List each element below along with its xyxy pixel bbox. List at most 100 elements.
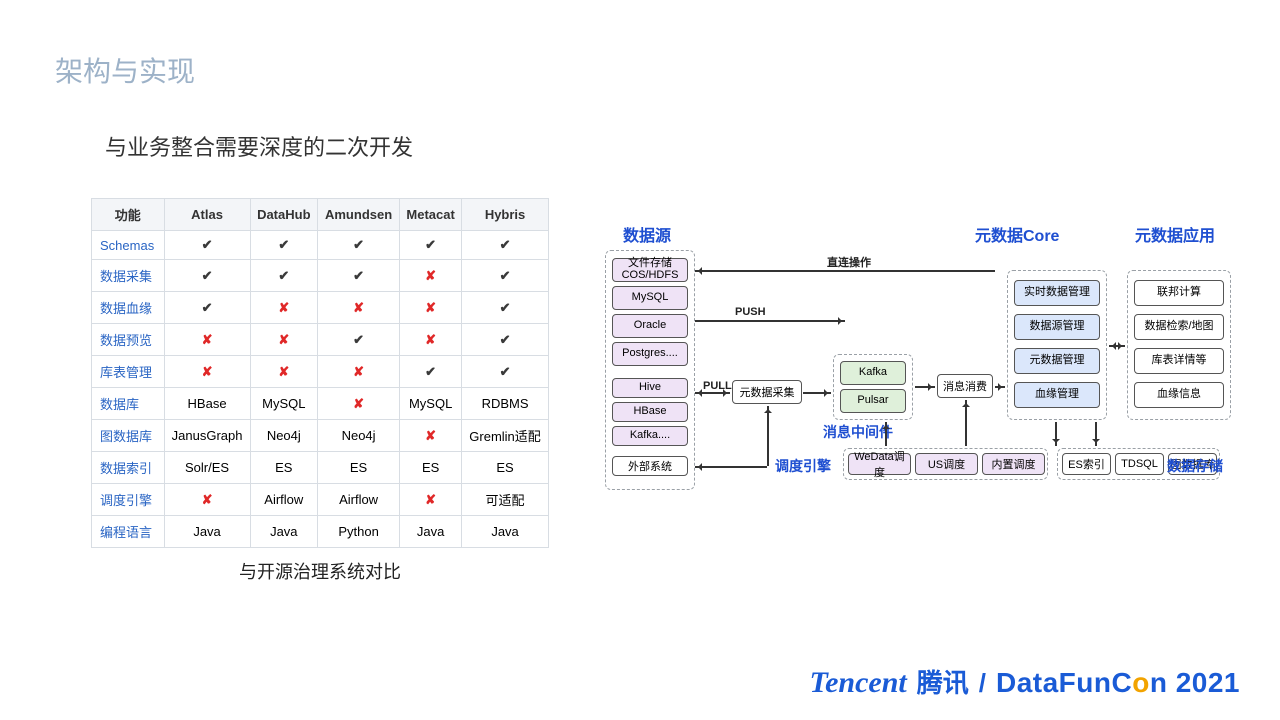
row-cell: ✘ [400,324,462,356]
row-cell: Java [250,516,317,548]
table-header: Hybris [462,199,549,231]
table-row: 编程语言JavaJavaPythonJavaJava [92,516,549,548]
row-cell: ✘ [164,356,250,388]
section-title-source: 数据源 [623,222,671,246]
diagram-node: Hive [612,378,688,398]
row-cell: ✔ [164,292,250,324]
row-cell: ✔ [462,292,549,324]
row-cell: Solr/ES [164,452,250,484]
arrow-col-to-mq [803,392,831,394]
row-cell: ✔ [462,324,549,356]
row-cell: Java [400,516,462,548]
row-cell: ✘ [317,356,399,388]
arrow-ext-to-col [767,406,769,466]
diagram-node: US调度 [915,453,978,475]
table-row: Schemas✔✔✔✔✔ [92,231,549,260]
datafuncon-logo: DataFunCon 2021 [996,667,1240,699]
diagram-node: MySQL [612,286,688,310]
diagram-node: 血缘管理 [1014,382,1100,408]
arrow-core-down-r [1095,422,1097,446]
diagram-node: TDSQL [1115,453,1164,475]
arrow-push [695,320,845,322]
diagram-node: WeData调度 [848,453,911,475]
row-cell: ✘ [400,420,462,452]
diagram-node: Kafka [840,361,906,385]
row-cell: ✘ [164,484,250,516]
row-key: 编程语言 [92,516,165,548]
tencent-logo-en: Tencent [810,666,907,700]
arrow-pull [695,392,730,394]
row-cell: MySQL [400,388,462,420]
row-cell: Java [164,516,250,548]
architecture-diagram: 数据源 元数据Core 元数据应用 直连操作 文件存储 COS/HDFSMySQ… [595,230,1265,510]
row-cell: ✔ [462,231,549,260]
row-cell: ✘ [250,324,317,356]
table-row: 数据采集✔✔✔✘✔ [92,260,549,292]
table-header: Amundsen [317,199,399,231]
row-cell: ✘ [400,484,462,516]
table-header: Metacat [400,199,462,231]
row-key: 数据库 [92,388,165,420]
diagram-node: 实时数据管理 [1014,280,1100,306]
row-cell: Java [462,516,549,548]
diagram-node: Pulsar [840,389,906,413]
row-cell: ✔ [317,231,399,260]
row-cell: ES [250,452,317,484]
footer: Tencent 腾讯 / DataFunCon 2021 [810,663,1241,700]
row-cell: Airflow [317,484,399,516]
diagram-node: 文件存储 COS/HDFS [612,258,688,282]
row-cell: ✘ [400,292,462,324]
diagram-node: 数据检索/地图 [1134,314,1224,340]
arrow-core-down-l [1055,422,1057,446]
row-cell: RDBMS [462,388,549,420]
row-cell: Airflow [250,484,317,516]
arrow-ext-horiz [695,466,767,468]
row-cell: ✔ [317,260,399,292]
table-row: 数据预览✘✘✔✘✔ [92,324,549,356]
arrow-sched-to-cons [965,400,967,446]
row-key: 数据预览 [92,324,165,356]
row-cell: ✔ [164,260,250,292]
row-cell: ✘ [250,292,317,324]
comparison-table: 功能AtlasDataHubAmundsenMetacatHybris Sche… [91,198,549,548]
section-title-storage: 数据存储 [1167,456,1223,476]
row-cell: ✘ [164,324,250,356]
row-cell: 可适配 [462,484,549,516]
row-cell: ✔ [462,260,549,292]
table-row: 图数据库JanusGraphNeo4jNeo4j✘Gremlin适配 [92,420,549,452]
row-cell: ES [400,452,462,484]
table-row: 调度引擎✘AirflowAirflow✘可适配 [92,484,549,516]
table-header: DataHub [250,199,317,231]
node-consumer: 消息消费 [937,374,993,398]
page-title: 架构与实现 [55,50,195,90]
table-header: Atlas [164,199,250,231]
comparison-table-wrap: 功能AtlasDataHubAmundsenMetacatHybris Sche… [91,198,549,584]
row-cell: MySQL [250,388,317,420]
diagram-node: HBase [612,402,688,422]
footer-sep: / [979,668,986,699]
row-cell: ✔ [164,231,250,260]
diagram-node: 内置调度 [982,453,1045,475]
label-push: PUSH [735,306,766,318]
arrow-sched-to-mq [885,422,887,446]
row-cell: ✔ [317,324,399,356]
row-cell: Neo4j [317,420,399,452]
row-cell: ✘ [250,356,317,388]
section-title-app: 元数据应用 [1135,222,1215,246]
row-key: 数据采集 [92,260,165,292]
arrow-mq-to-cons [915,386,935,388]
label-direct: 直连操作 [827,254,871,270]
row-key: 库表管理 [92,356,165,388]
row-cell: ✔ [400,231,462,260]
row-key: 图数据库 [92,420,165,452]
table-row: 库表管理✘✘✘✔✔ [92,356,549,388]
row-key: 调度引擎 [92,484,165,516]
row-cell: HBase [164,388,250,420]
table-row: 数据血缘✔✘✘✘✔ [92,292,549,324]
arrow-core-app [1109,345,1125,347]
table-caption: 与开源治理系统对比 [91,558,549,584]
subtitle: 与业务整合需要深度的二次开发 [105,130,413,162]
row-key: 数据血缘 [92,292,165,324]
diagram-node: 数据源管理 [1014,314,1100,340]
tencent-logo-cn: 腾讯 [917,663,969,700]
